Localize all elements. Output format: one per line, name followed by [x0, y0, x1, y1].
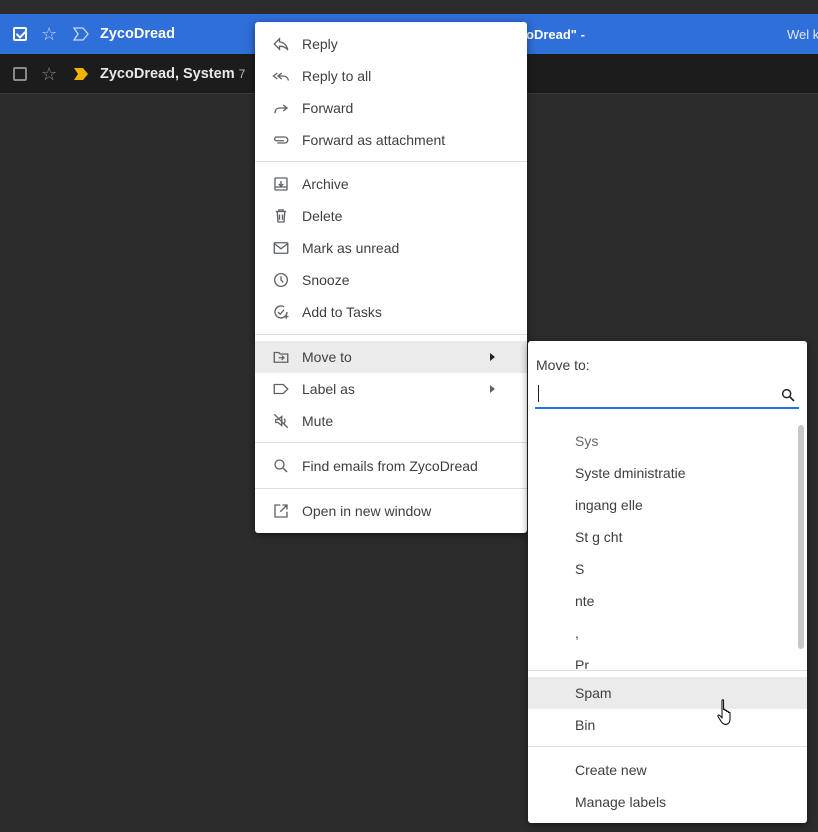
- reply-icon: [273, 37, 289, 51]
- menu-item-snooze[interactable]: Snooze: [255, 264, 527, 296]
- thread-count: 7: [238, 66, 246, 81]
- attachment-icon: [273, 136, 289, 144]
- move-to-icon: [273, 351, 289, 363]
- menu-item-move-to[interactable]: Move to: [255, 341, 527, 373]
- mute-icon: [273, 413, 289, 429]
- menu-item-add-to-tasks[interactable]: Add to Tasks: [255, 296, 527, 328]
- delete-icon: [275, 209, 287, 223]
- menu-item-reply-all[interactable]: Reply to all: [255, 60, 527, 92]
- menu-item-mute[interactable]: Mute: [255, 405, 527, 437]
- folder-list: Sys Syste dministratie ingang elle St g …: [528, 425, 796, 669]
- menu-divider: [255, 488, 527, 489]
- menu-item-create-new[interactable]: Create new: [528, 754, 807, 786]
- top-bar: [0, 0, 818, 14]
- hand-cursor-icon: [717, 699, 731, 725]
- label-icon: [273, 383, 289, 395]
- importance-marker-icon[interactable]: [73, 27, 89, 41]
- search-icon: [274, 459, 288, 473]
- folder-item[interactable]: Pr: [575, 657, 589, 669]
- email-snippet-tail: Wel k: [787, 26, 818, 42]
- email-sender: ZycoDread: [100, 26, 175, 42]
- menu-divider: [255, 442, 527, 443]
- folder-item[interactable]: nte: [575, 593, 594, 609]
- mail-icon: [273, 242, 289, 254]
- email-sender: ZycoDread, System 7: [100, 65, 246, 82]
- menu-divider: [528, 670, 807, 671]
- move-to-submenu: Move to: Sys Syste dministratie ingang e…: [528, 341, 807, 823]
- folder-item[interactable]: ,: [575, 625, 579, 641]
- menu-item-manage-labels[interactable]: Manage labels: [528, 786, 807, 818]
- menu-item-forward-attachment[interactable]: Forward as attachment: [255, 124, 527, 156]
- row-checkbox[interactable]: [13, 66, 27, 81]
- text-caret: [538, 385, 539, 402]
- menu-divider: [255, 161, 527, 162]
- menu-item-archive[interactable]: Archive: [255, 168, 527, 200]
- menu-item-reply[interactable]: Reply: [255, 28, 527, 60]
- add-task-icon: [274, 305, 289, 319]
- search-icon[interactable]: [780, 387, 796, 403]
- menu-item-label-as[interactable]: Label as: [255, 373, 527, 405]
- folder-item[interactable]: St g cht: [575, 529, 622, 545]
- context-menu: Reply Reply to all Forward Forward as at…: [255, 22, 527, 533]
- archive-icon: [274, 177, 288, 191]
- menu-item-forward[interactable]: Forward: [255, 92, 527, 124]
- menu-item-mark-unread[interactable]: Mark as unread: [255, 232, 527, 264]
- importance-marker-icon[interactable]: [73, 67, 89, 81]
- folder-item[interactable]: Sys: [575, 433, 598, 449]
- folder-search-input[interactable]: [535, 381, 767, 405]
- row-checkbox-checked[interactable]: [13, 27, 27, 41]
- move-to-title: Move to:: [536, 357, 590, 373]
- open-new-window-icon: [274, 504, 288, 518]
- menu-item-open-new-window[interactable]: Open in new window: [255, 495, 527, 527]
- star-icon[interactable]: ☆: [41, 25, 57, 43]
- menu-divider: [255, 334, 527, 335]
- folder-item[interactable]: S: [575, 561, 584, 577]
- submenu-arrow-icon: [490, 385, 495, 393]
- folder-search-box[interactable]: [535, 381, 799, 409]
- menu-item-delete[interactable]: Delete: [255, 200, 527, 232]
- menu-divider: [528, 746, 807, 747]
- menu-item-find-emails[interactable]: Find emails from ZycoDread: [255, 450, 527, 482]
- email-snippet: oDread" -: [526, 26, 585, 42]
- folder-item[interactable]: Syste dministratie: [575, 465, 685, 481]
- star-icon[interactable]: ☆: [41, 65, 57, 83]
- forward-icon: [274, 104, 289, 114]
- clock-icon: [273, 272, 289, 288]
- reply-all-icon: [272, 72, 290, 81]
- submenu-arrow-icon: [490, 353, 495, 361]
- menu-item-bin[interactable]: Bin: [528, 709, 807, 741]
- menu-item-spam[interactable]: Spam: [528, 677, 807, 709]
- folder-item[interactable]: ingang elle: [575, 497, 643, 513]
- folder-list-scrollbar[interactable]: [798, 425, 804, 649]
